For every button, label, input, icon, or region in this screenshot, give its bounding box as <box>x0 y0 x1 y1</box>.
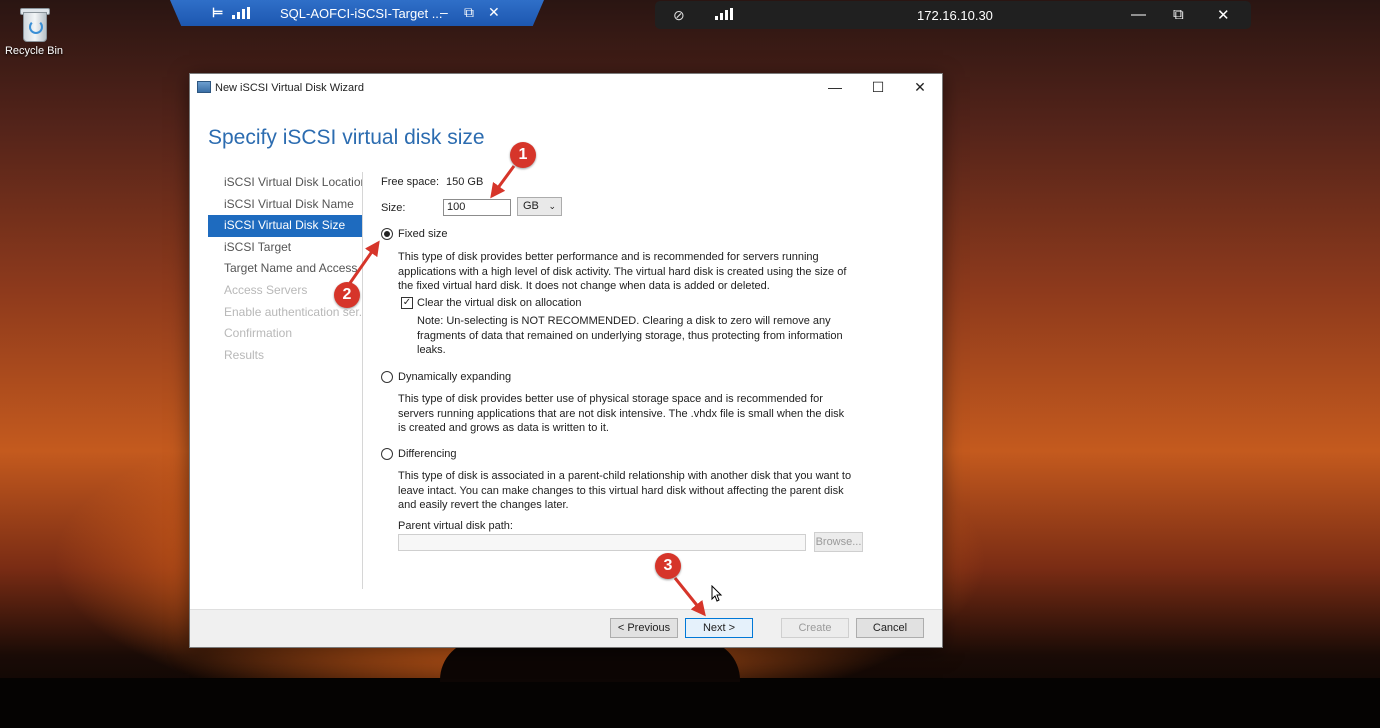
callout-badge-1: 1 <box>510 142 536 168</box>
callout-arrows <box>348 165 706 617</box>
mouse-cursor-icon <box>711 585 723 602</box>
callout-arrow-1 <box>490 165 516 199</box>
callout-arrow-3 <box>673 577 706 617</box>
callout-badge-3: 3 <box>655 553 681 579</box>
callout-badge-2: 2 <box>334 282 360 308</box>
callout-arrow-2 <box>348 240 380 284</box>
